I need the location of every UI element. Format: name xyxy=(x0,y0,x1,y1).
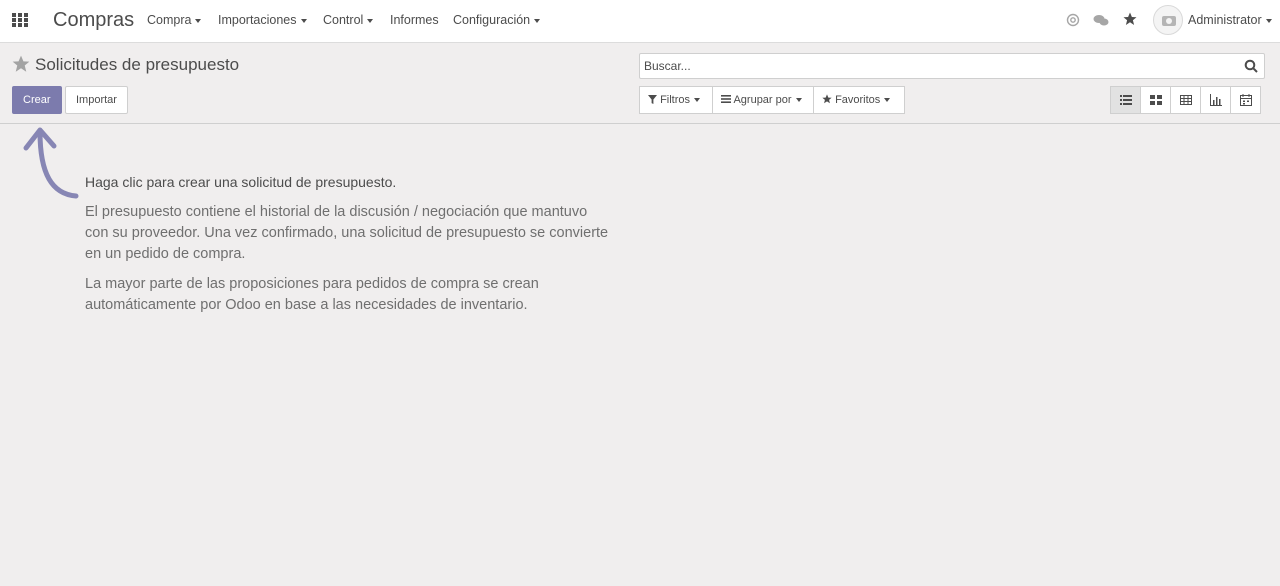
pivot-view-button[interactable] xyxy=(1170,86,1201,114)
list-view-button[interactable] xyxy=(1110,86,1141,114)
menu-compra-label: Compra xyxy=(147,13,192,27)
help-line: con su proveedor. Una vez confirmado, un… xyxy=(85,225,609,241)
menu-informes[interactable]: Informes xyxy=(390,13,439,27)
kanban-view-button[interactable] xyxy=(1140,86,1171,114)
filters-button[interactable]: Filtros xyxy=(639,86,713,114)
favorites-label: Favoritos xyxy=(835,94,881,106)
list-icon xyxy=(1120,95,1132,105)
groupby-label: Agrupar por xyxy=(733,94,792,106)
table-icon xyxy=(1180,95,1192,105)
help-line: La mayor parte de las proposiciones para… xyxy=(85,276,539,292)
camera-icon xyxy=(1162,16,1176,26)
star-icon xyxy=(822,94,832,104)
chevron-down-icon xyxy=(1265,18,1272,23)
help-paragraph-automatic: La mayor parte de las proposiciones para… xyxy=(85,274,645,316)
menu-importaciones-label: Importaciones xyxy=(218,13,297,27)
top-navbar: Compras Compra Importaciones Control Inf… xyxy=(0,0,1280,43)
chevron-down-icon xyxy=(694,98,701,103)
search-input[interactable] xyxy=(644,57,1224,75)
chevron-down-icon xyxy=(795,98,802,103)
star-icon[interactable] xyxy=(1123,12,1137,29)
user-avatar[interactable] xyxy=(1153,5,1183,35)
groupby-button[interactable]: Agrupar por xyxy=(712,86,814,114)
help-line: El presupuesto contiene el historial de … xyxy=(85,204,588,220)
menu-configuracion-label: Configuración xyxy=(453,13,531,27)
page-title: Solicitudes de presupuesto xyxy=(35,55,240,74)
chevron-down-icon xyxy=(300,18,307,23)
help-line: automáticamente por Odoo en base a las n… xyxy=(85,297,528,313)
help-paragraph-history: El presupuesto contiene el historial de … xyxy=(85,202,645,265)
control-panel: Solicitudes de presupuesto Crear Importa… xyxy=(0,43,1280,124)
search-icon[interactable] xyxy=(1244,59,1258,73)
filter-icon xyxy=(648,95,657,104)
calendar-icon xyxy=(1240,94,1252,106)
chat-icon[interactable] xyxy=(1093,14,1109,30)
menu-control[interactable]: Control xyxy=(323,13,374,27)
menu-control-label: Control xyxy=(323,13,364,27)
user-menu[interactable]: Administrator xyxy=(1188,13,1272,27)
help-title: Haga clic para crear una solicitud de pr… xyxy=(85,174,397,190)
calendar-view-button[interactable] xyxy=(1230,86,1261,114)
favorites-button[interactable]: Favoritos xyxy=(813,86,905,114)
help-line: en un pedido de compra. xyxy=(85,246,246,262)
menu-importaciones[interactable]: Importaciones xyxy=(218,13,307,27)
chevron-down-icon xyxy=(195,18,202,23)
arrow-up-icon xyxy=(23,127,79,199)
graph-view-button[interactable] xyxy=(1200,86,1231,114)
favorite-star-icon[interactable] xyxy=(12,55,30,78)
bars-icon xyxy=(721,95,731,103)
chevron-down-icon xyxy=(884,98,891,103)
chevron-down-icon xyxy=(367,18,374,23)
apps-grid-icon[interactable] xyxy=(12,13,28,27)
user-name: Administrator xyxy=(1188,13,1262,27)
menu-informes-label: Informes xyxy=(390,13,439,27)
at-icon[interactable] xyxy=(1066,13,1080,30)
menu-compra[interactable]: Compra xyxy=(147,13,202,27)
app-brand[interactable]: Compras xyxy=(53,9,134,32)
search-box xyxy=(639,53,1265,79)
import-button[interactable]: Importar xyxy=(65,86,128,114)
bar-chart-icon xyxy=(1210,94,1222,106)
menu-configuracion[interactable]: Configuración xyxy=(453,13,541,27)
create-button[interactable]: Crear xyxy=(12,86,62,114)
chevron-down-icon xyxy=(534,18,541,23)
kanban-icon xyxy=(1150,95,1162,105)
filters-label: Filtros xyxy=(660,94,691,106)
